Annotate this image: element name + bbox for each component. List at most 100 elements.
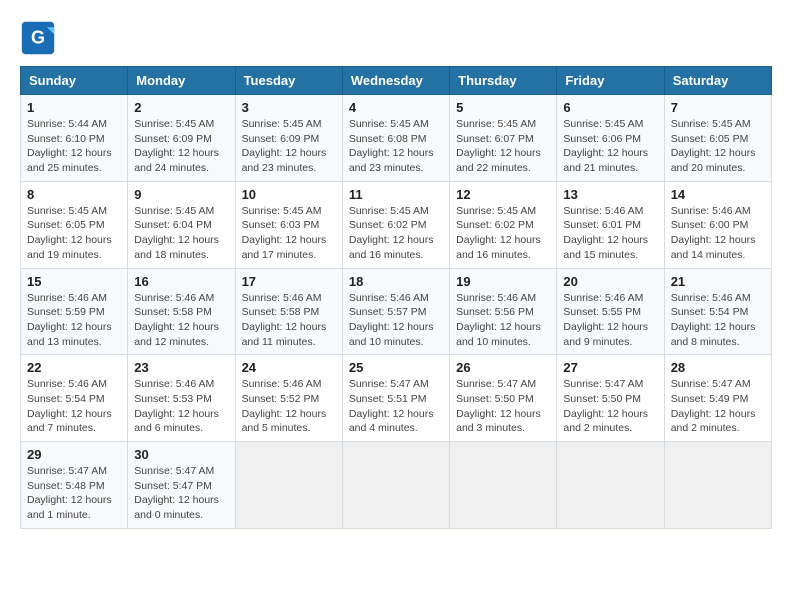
calendar-header-row: SundayMondayTuesdayWednesdayThursdayFrid…: [21, 67, 772, 95]
day-info: Sunrise: 5:47 AMSunset: 5:47 PMDaylight:…: [134, 464, 228, 523]
day-number: 15: [27, 274, 121, 289]
calendar-cell: 5Sunrise: 5:45 AMSunset: 6:07 PMDaylight…: [450, 95, 557, 182]
day-info: Sunrise: 5:45 AMSunset: 6:02 PMDaylight:…: [456, 204, 550, 263]
calendar-cell: 13 Sunrise: 5:46 AMSunset: 6:01 PMDayligh…: [557, 181, 664, 268]
day-number: 26: [456, 360, 550, 375]
column-header-friday: Friday: [557, 67, 664, 95]
day-number: 30: [134, 447, 228, 462]
calendar-cell: 23 Sunrise: 5:46 AMSunset: 5:53 PMDayligh…: [128, 355, 235, 442]
page-header: G: [20, 20, 772, 56]
day-number: 17: [242, 274, 336, 289]
day-number: 5: [456, 100, 550, 115]
calendar-cell: [557, 442, 664, 529]
calendar-cell: [664, 442, 771, 529]
calendar-cell: 26 Sunrise: 5:47 AMSunset: 5:50 PMDayligh…: [450, 355, 557, 442]
column-header-wednesday: Wednesday: [342, 67, 449, 95]
day-info: Sunrise: 5:45 AMSunset: 6:06 PMDaylight:…: [563, 117, 657, 176]
day-number: 12: [456, 187, 550, 202]
day-number: 24: [242, 360, 336, 375]
day-info: Sunrise: 5:47 AMSunset: 5:50 PMDaylight:…: [456, 377, 550, 436]
column-header-thursday: Thursday: [450, 67, 557, 95]
day-info: Sunrise: 5:46 AMSunset: 5:59 PMDaylight:…: [27, 291, 121, 350]
logo: G: [20, 20, 60, 56]
day-number: 29: [27, 447, 121, 462]
day-info: Sunrise: 5:45 AMSunset: 6:09 PMDaylight:…: [134, 117, 228, 176]
column-header-saturday: Saturday: [664, 67, 771, 95]
day-number: 8: [27, 187, 121, 202]
calendar-cell: 12 Sunrise: 5:45 AMSunset: 6:02 PMDayligh…: [450, 181, 557, 268]
calendar-cell: 11Sunrise: 5:45 AMSunset: 6:02 PMDayligh…: [342, 181, 449, 268]
day-info: Sunrise: 5:46 AMSunset: 5:54 PMDaylight:…: [27, 377, 121, 436]
calendar-cell: 6 Sunrise: 5:45 AMSunset: 6:06 PMDaylight…: [557, 95, 664, 182]
day-number: 9: [134, 187, 228, 202]
calendar-cell: 14 Sunrise: 5:46 AMSunset: 6:00 PMDayligh…: [664, 181, 771, 268]
day-info: Sunrise: 5:46 AMSunset: 6:01 PMDaylight:…: [563, 204, 657, 263]
day-number: 18: [349, 274, 443, 289]
day-number: 19: [456, 274, 550, 289]
calendar-cell: 28 Sunrise: 5:47 AMSunset: 5:49 PMDayligh…: [664, 355, 771, 442]
day-number: 23: [134, 360, 228, 375]
calendar-cell: [450, 442, 557, 529]
day-number: 22: [27, 360, 121, 375]
day-number: 3: [242, 100, 336, 115]
calendar-cell: 16 Sunrise: 5:46 AMSunset: 5:58 PMDayligh…: [128, 268, 235, 355]
day-info: Sunrise: 5:46 AMSunset: 5:58 PMDaylight:…: [242, 291, 336, 350]
calendar-table: SundayMondayTuesdayWednesdayThursdayFrid…: [20, 66, 772, 529]
calendar-cell: 15 Sunrise: 5:46 AMSunset: 5:59 PMDayligh…: [21, 268, 128, 355]
calendar-cell: 30 Sunrise: 5:47 AMSunset: 5:47 PMDayligh…: [128, 442, 235, 529]
calendar-cell: [235, 442, 342, 529]
day-number: 13: [563, 187, 657, 202]
calendar-cell: 29 Sunrise: 5:47 AMSunset: 5:48 PMDayligh…: [21, 442, 128, 529]
day-info: Sunrise: 5:45 AMSunset: 6:09 PMDaylight:…: [242, 117, 336, 176]
day-info: Sunrise: 5:46 AMSunset: 5:57 PMDaylight:…: [349, 291, 443, 350]
day-number: 14: [671, 187, 765, 202]
day-number: 7: [671, 100, 765, 115]
calendar-week-4: 22 Sunrise: 5:46 AMSunset: 5:54 PMDayligh…: [21, 355, 772, 442]
day-info: Sunrise: 5:45 AMSunset: 6:05 PMDaylight:…: [27, 204, 121, 263]
column-header-monday: Monday: [128, 67, 235, 95]
day-number: 25: [349, 360, 443, 375]
calendar-cell: 27 Sunrise: 5:47 AMSunset: 5:50 PMDayligh…: [557, 355, 664, 442]
calendar-cell: 25Sunrise: 5:47 AMSunset: 5:51 PMDayligh…: [342, 355, 449, 442]
svg-text:G: G: [31, 27, 45, 47]
calendar-week-5: 29 Sunrise: 5:47 AMSunset: 5:48 PMDayligh…: [21, 442, 772, 529]
day-info: Sunrise: 5:44 AMSunset: 6:10 PMDaylight:…: [27, 117, 121, 176]
day-number: 10: [242, 187, 336, 202]
day-number: 1: [27, 100, 121, 115]
calendar-cell: 17 Sunrise: 5:46 AMSunset: 5:58 PMDayligh…: [235, 268, 342, 355]
calendar-week-3: 15 Sunrise: 5:46 AMSunset: 5:59 PMDayligh…: [21, 268, 772, 355]
day-info: Sunrise: 5:46 AMSunset: 5:55 PMDaylight:…: [563, 291, 657, 350]
day-number: 4: [349, 100, 443, 115]
day-info: Sunrise: 5:45 AMSunset: 6:08 PMDaylight:…: [349, 117, 443, 176]
calendar-cell: 4 Sunrise: 5:45 AMSunset: 6:08 PMDaylight…: [342, 95, 449, 182]
day-info: Sunrise: 5:46 AMSunset: 5:54 PMDaylight:…: [671, 291, 765, 350]
calendar-cell: 8 Sunrise: 5:45 AMSunset: 6:05 PMDaylight…: [21, 181, 128, 268]
calendar-cell: 18 Sunrise: 5:46 AMSunset: 5:57 PMDayligh…: [342, 268, 449, 355]
day-number: 20: [563, 274, 657, 289]
day-number: 2: [134, 100, 228, 115]
day-number: 27: [563, 360, 657, 375]
day-info: Sunrise: 5:46 AMSunset: 5:56 PMDaylight:…: [456, 291, 550, 350]
calendar-cell: 7 Sunrise: 5:45 AMSunset: 6:05 PMDaylight…: [664, 95, 771, 182]
day-number: 16: [134, 274, 228, 289]
day-info: Sunrise: 5:46 AMSunset: 6:00 PMDaylight:…: [671, 204, 765, 263]
day-info: Sunrise: 5:46 AMSunset: 5:52 PMDaylight:…: [242, 377, 336, 436]
calendar-cell: 21Sunrise: 5:46 AMSunset: 5:54 PMDayligh…: [664, 268, 771, 355]
calendar-cell: 19 Sunrise: 5:46 AMSunset: 5:56 PMDayligh…: [450, 268, 557, 355]
day-number: 6: [563, 100, 657, 115]
calendar-cell: 2 Sunrise: 5:45 AMSunset: 6:09 PMDaylight…: [128, 95, 235, 182]
calendar-cell: 9 Sunrise: 5:45 AMSunset: 6:04 PMDaylight…: [128, 181, 235, 268]
day-info: Sunrise: 5:46 AMSunset: 5:53 PMDaylight:…: [134, 377, 228, 436]
day-number: 28: [671, 360, 765, 375]
day-info: Sunrise: 5:45 AMSunset: 6:05 PMDaylight:…: [671, 117, 765, 176]
day-info: Sunrise: 5:46 AMSunset: 5:58 PMDaylight:…: [134, 291, 228, 350]
calendar-week-1: 1 Sunrise: 5:44 AMSunset: 6:10 PMDaylight…: [21, 95, 772, 182]
column-header-tuesday: Tuesday: [235, 67, 342, 95]
day-info: Sunrise: 5:47 AMSunset: 5:48 PMDaylight:…: [27, 464, 121, 523]
calendar-cell: 22 Sunrise: 5:46 AMSunset: 5:54 PMDayligh…: [21, 355, 128, 442]
day-info: Sunrise: 5:45 AMSunset: 6:04 PMDaylight:…: [134, 204, 228, 263]
day-number: 11: [349, 187, 443, 202]
day-info: Sunrise: 5:47 AMSunset: 5:50 PMDaylight:…: [563, 377, 657, 436]
calendar-cell: 1 Sunrise: 5:44 AMSunset: 6:10 PMDaylight…: [21, 95, 128, 182]
day-info: Sunrise: 5:47 AMSunset: 5:49 PMDaylight:…: [671, 377, 765, 436]
